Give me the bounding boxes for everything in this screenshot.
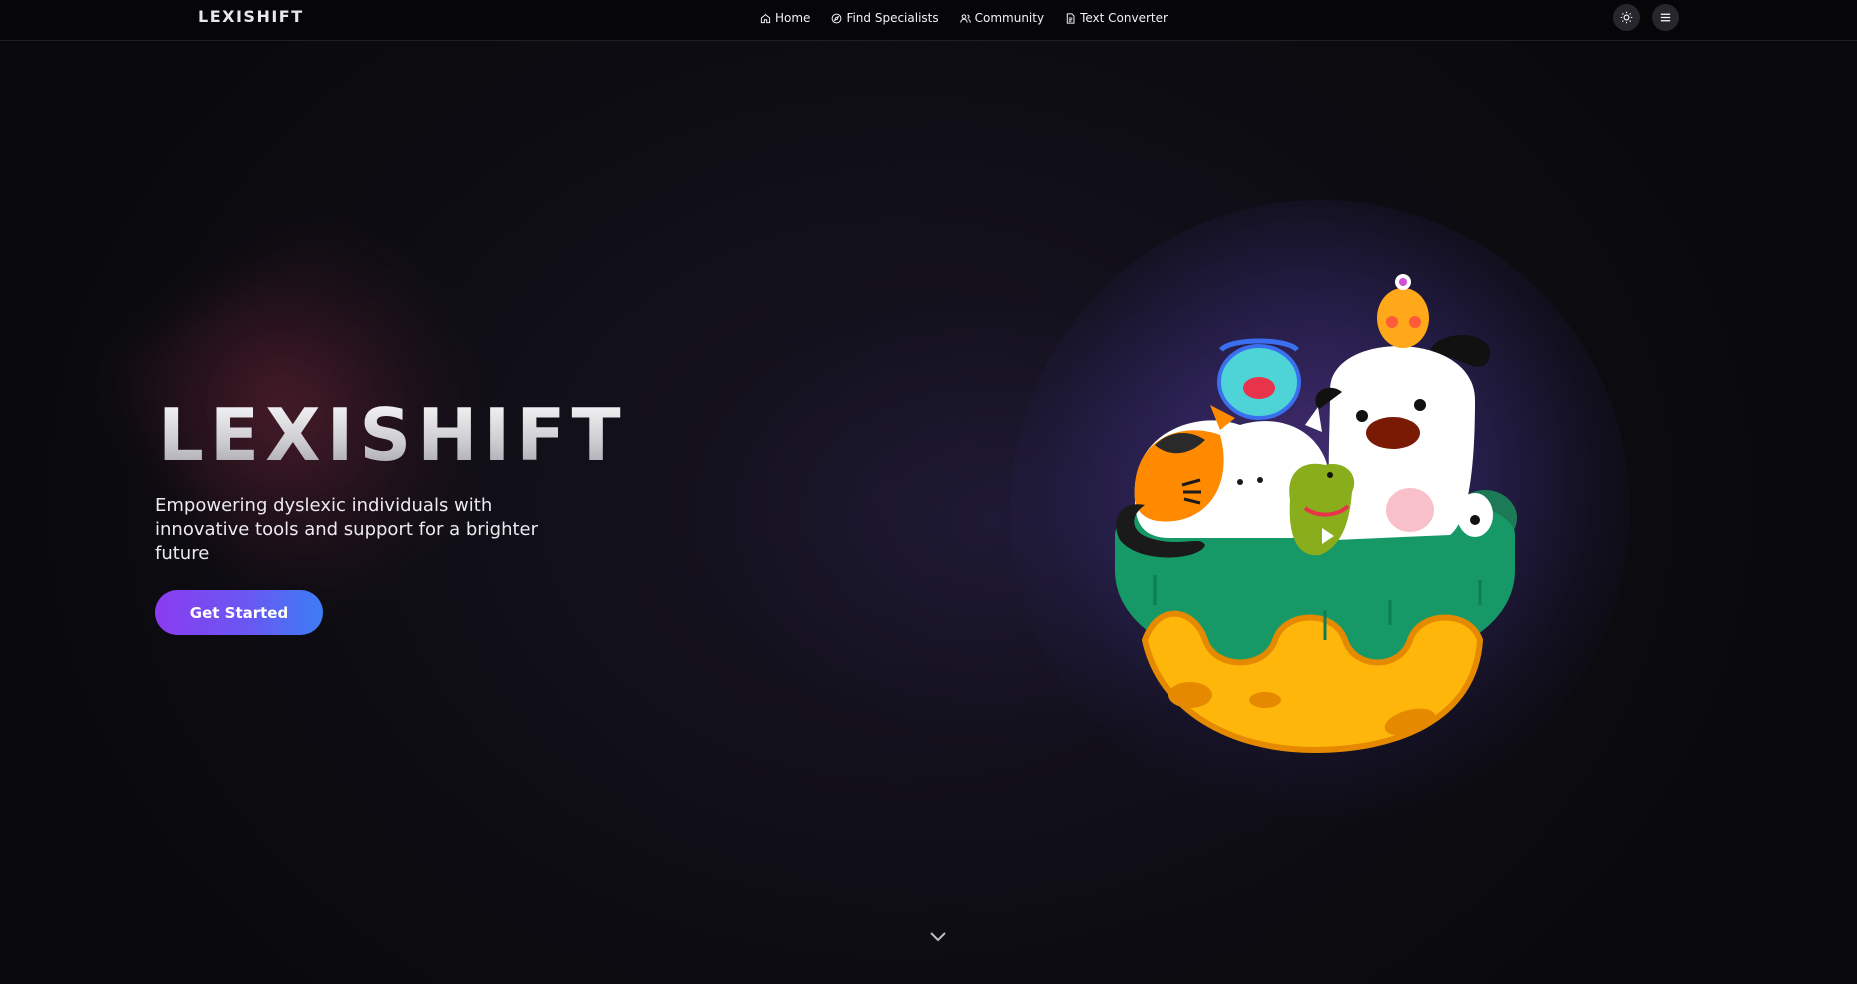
users-icon (959, 13, 971, 23)
nav-link-label: Home (775, 11, 811, 25)
dino-eye (1327, 472, 1333, 478)
flower-center (1399, 278, 1407, 286)
nav-links: Home Find Specialists Community Text Con… (760, 0, 1168, 36)
cat-eye (1237, 479, 1243, 485)
nav-link-home[interactable]: Home (760, 11, 810, 25)
landing-page: LEXISHIFT Home Find Specialists Communit… (0, 0, 1857, 984)
nav-link-text-converter[interactable]: Text Converter (1065, 11, 1168, 25)
menu-button[interactable] (1652, 4, 1679, 31)
dog-eye (1414, 399, 1426, 411)
nav-link-find-specialists[interactable]: Find Specialists (831, 11, 939, 25)
theme-toggle-button[interactable] (1613, 4, 1640, 31)
cat-ear (1305, 407, 1322, 432)
dog-eye (1356, 410, 1368, 422)
nav-link-label: Community (974, 11, 1045, 25)
dog-mouth (1366, 417, 1420, 449)
fish-shape (1243, 377, 1275, 399)
hamburger-icon (1660, 13, 1671, 22)
cartoon-animals-illustration (1115, 274, 1517, 754)
sun-icon (1620, 11, 1633, 24)
dog-belly (1386, 488, 1434, 532)
paw-print (1470, 515, 1480, 525)
compass-icon (832, 13, 842, 23)
home-icon (760, 13, 771, 23)
chevron-down-icon[interactable] (925, 928, 951, 946)
bird-cheek (1409, 316, 1421, 328)
hero-subtitle: Empowering dyslexic individuals with inn… (155, 495, 539, 564)
planet-yellow (1141, 610, 1484, 754)
bird-cheek (1386, 316, 1398, 328)
brand-logo[interactable]: LEXISHIFT (198, 7, 304, 26)
get-started-button[interactable]: Get Started (155, 590, 323, 635)
document-icon (1066, 12, 1075, 24)
nav-link-label: Text Converter (1080, 11, 1168, 25)
crater-shape (1249, 692, 1281, 708)
nav-link-community[interactable]: Community (959, 11, 1045, 25)
crater-shape (1168, 682, 1212, 708)
hero-title: LEXISHIFT (158, 393, 627, 477)
top-navbar: LEXISHIFT Home Find Specialists Communit… (0, 0, 1857, 41)
bird-body (1377, 288, 1429, 348)
cat-eye (1257, 477, 1263, 483)
nav-link-label: Find Specialists (846, 11, 939, 25)
